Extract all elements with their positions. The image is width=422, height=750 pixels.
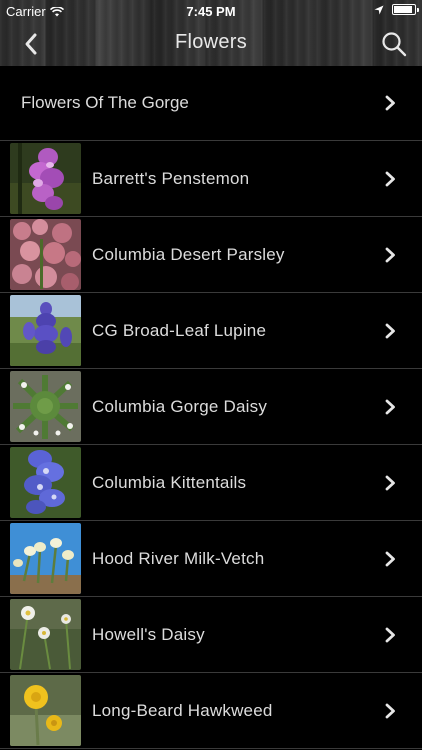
- chevron-right-icon: [385, 627, 395, 642]
- flower-thumbnail: [10, 143, 81, 214]
- chevron-right-icon: [385, 551, 395, 566]
- chevron-right-icon: [385, 399, 395, 414]
- list-item-label: Columbia Desert Parsley: [92, 244, 285, 264]
- list-item-label: CG Broad-Leaf Lupine: [92, 320, 267, 340]
- list-item-label: Long-Beard Hawkweed: [92, 700, 273, 720]
- battery-fill: [394, 6, 412, 13]
- flower-list: Flowers Of The Gorge Barrett's Penstemon: [0, 66, 422, 749]
- status-bar: Carrier 7:45 PM: [0, 0, 422, 22]
- list-item-howells-daisy[interactable]: Howell's Daisy: [0, 597, 422, 673]
- chevron-right-icon: [385, 475, 395, 490]
- chevron-right-icon: [385, 323, 395, 338]
- chevron-right-icon: [385, 703, 395, 718]
- search-icon: [382, 32, 407, 57]
- list-item-cg-broad-leaf-lupine[interactable]: CG Broad-Leaf Lupine: [0, 293, 422, 369]
- flower-thumbnail: [10, 675, 81, 746]
- list-item-label: Howell's Daisy: [92, 624, 205, 644]
- list-item-label: Columbia Gorge Daisy: [92, 396, 268, 416]
- navigation-bar: Flowers: [0, 22, 422, 66]
- search-button[interactable]: [380, 30, 408, 58]
- list-item-columbia-kittentails[interactable]: Columbia Kittentails: [0, 445, 422, 521]
- battery-icon: [392, 4, 419, 15]
- list-item-label: Flowers Of The Gorge: [21, 93, 189, 112]
- status-time: 7:45 PM: [186, 4, 236, 19]
- list-item-barretts-penstemon[interactable]: Barrett's Penstemon: [0, 141, 422, 217]
- list-item-label: Hood River Milk-Vetch: [92, 548, 265, 568]
- chevron-right-icon: [385, 247, 395, 262]
- chevron-right-icon: [385, 171, 395, 186]
- flower-thumbnail: [10, 295, 81, 366]
- list-item-columbia-desert-parsley[interactable]: Columbia Desert Parsley: [0, 217, 422, 293]
- list-item-label: Barrett's Penstemon: [92, 168, 250, 188]
- page-title: Flowers: [174, 31, 248, 53]
- chevron-right-icon: [385, 95, 395, 111]
- top-bar: Carrier 7:45 PM Flowers: [0, 0, 422, 66]
- list-item-hood-river-milk-vetch[interactable]: Hood River Milk-Vetch: [0, 521, 422, 597]
- list-item-long-beard-hawkweed[interactable]: Long-Beard Hawkweed: [0, 673, 422, 749]
- flower-thumbnail: [10, 599, 81, 670]
- flower-thumbnail: [10, 523, 81, 594]
- flower-thumbnail: [10, 447, 81, 518]
- list-item-flowers-of-the-gorge[interactable]: Flowers Of The Gorge: [0, 66, 422, 141]
- flower-thumbnail: [10, 371, 81, 442]
- location-arrow-icon: [374, 5, 384, 14]
- list-item-columbia-gorge-daisy[interactable]: Columbia Gorge Daisy: [0, 369, 422, 445]
- flower-thumbnail: [10, 219, 81, 290]
- list-item-label: Columbia Kittentails: [92, 472, 247, 492]
